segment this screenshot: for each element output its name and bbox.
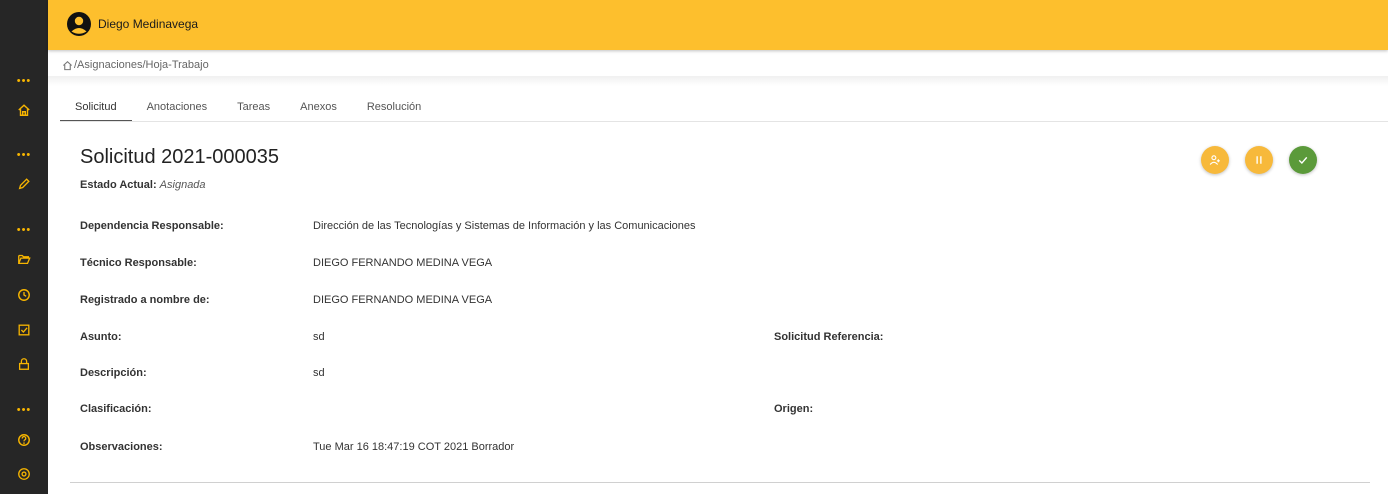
breadcrumb-path[interactable]: /Asignaciones/Hoja-Trabajo: [74, 59, 209, 71]
help-icon: [18, 434, 30, 446]
sidebar-dots: •••: [16, 224, 32, 236]
folder-icon: [18, 254, 31, 265]
sidebar-dots: •••: [16, 404, 32, 416]
sidebar: ••• ••• ••• •••: [0, 0, 48, 494]
tecnico-value: DIEGO FERNANDO MEDINA VEGA: [313, 257, 493, 269]
user-assign-icon: [1209, 155, 1220, 165]
sidebar-item-edit[interactable]: [0, 170, 48, 198]
registrado-value: DIEGO FERNANDO MEDINA VEGA: [313, 294, 493, 306]
pencil-icon: [18, 178, 30, 190]
sidebar-item-view[interactable]: [0, 460, 48, 488]
dependencia-value: Dirección de las Tecnologías y Sistemas …: [313, 220, 696, 232]
tab-anotaciones[interactable]: Anotaciones: [132, 92, 223, 122]
assign-user-button[interactable]: [1201, 146, 1229, 174]
pause-button[interactable]: [1245, 146, 1273, 174]
sidebar-dots: •••: [16, 149, 32, 161]
asunto-value: sd: [313, 331, 325, 343]
pause-icon: [1256, 156, 1262, 164]
sidebar-item-home[interactable]: [0, 96, 48, 124]
tecnico-label: Técnico Responsable:: [80, 257, 197, 269]
home-icon: [18, 104, 30, 116]
user-avatar-icon: [67, 12, 91, 36]
referencia-label: Solicitud Referencia:: [774, 331, 884, 343]
divider: [48, 76, 1388, 86]
observaciones-value: Tue Mar 16 18:47:19 COT 2021 Borrador: [313, 441, 515, 453]
tab-tareas[interactable]: Tareas: [222, 92, 285, 122]
descripcion-value: sd: [313, 367, 325, 379]
status-label: Estado Actual:: [80, 179, 157, 191]
divider: [60, 121, 1388, 122]
home-icon[interactable]: [62, 60, 73, 71]
registrado-label: Registrado a nombre de:: [80, 294, 210, 306]
status-line: Estado Actual: Asignada: [80, 179, 206, 191]
clock-icon: [18, 289, 30, 301]
eye-icon: [18, 468, 30, 480]
sidebar-item-history[interactable]: [0, 281, 48, 309]
origen-label: Origen:: [774, 403, 814, 415]
breadcrumb: /Asignaciones/Hoja-Trabajo: [62, 58, 209, 72]
tab-resolucion[interactable]: Resolución: [352, 92, 436, 122]
checkbox-icon: [18, 324, 30, 336]
status-value: Asignada: [159, 179, 206, 191]
sidebar-item-security[interactable]: [0, 350, 48, 378]
top-bar: Diego Medinavega: [48, 0, 1388, 50]
descripcion-label: Descripción:: [80, 367, 147, 379]
lock-icon: [18, 358, 30, 370]
sidebar-item-folder[interactable]: [0, 245, 48, 273]
divider: [70, 482, 1370, 483]
approve-button[interactable]: [1289, 146, 1317, 174]
tab-bar: Solicitud Anotaciones Tareas Anexos Reso…: [60, 92, 436, 122]
tab-anexos[interactable]: Anexos: [285, 92, 352, 122]
tab-solicitud[interactable]: Solicitud: [60, 92, 132, 122]
sidebar-item-help[interactable]: [0, 426, 48, 454]
dependencia-label: Dependencia Responsable:: [80, 220, 224, 232]
check-icon: [1298, 156, 1308, 164]
sidebar-item-tasks[interactable]: [0, 316, 48, 344]
user-menu[interactable]: Diego Medinavega: [66, 10, 198, 38]
clasificacion-label: Clasificación:: [80, 403, 152, 415]
observaciones-label: Observaciones:: [80, 441, 163, 453]
asunto-label: Asunto:: [80, 331, 122, 343]
sidebar-dots: •••: [16, 75, 32, 87]
user-name: Diego Medinavega: [98, 17, 199, 31]
page-title: Solicitud 2021-000035: [80, 146, 280, 168]
